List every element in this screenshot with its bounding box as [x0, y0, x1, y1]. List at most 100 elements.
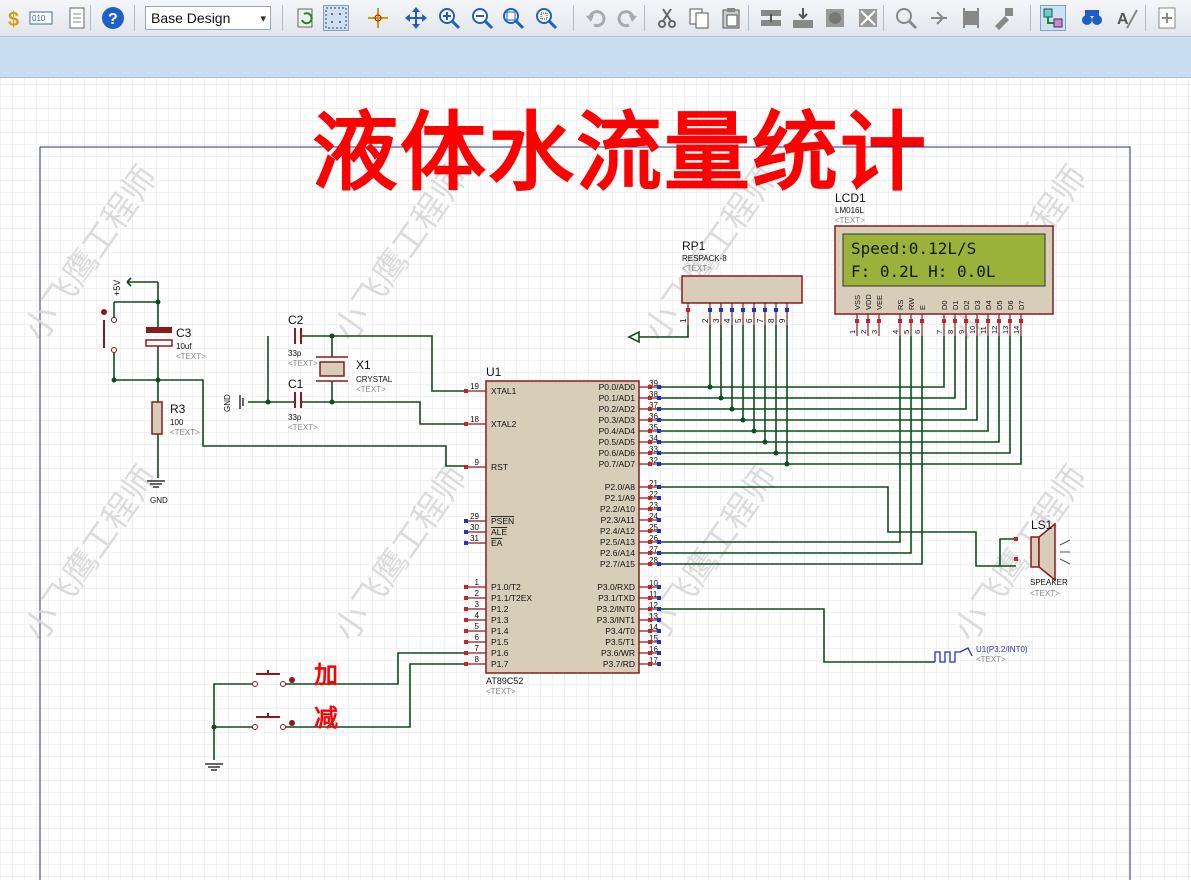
- new-sheet-icon[interactable]: [1154, 5, 1180, 31]
- design-select[interactable]: Base Design ▾: [145, 6, 271, 30]
- rp1-text: <TEXT>: [682, 264, 712, 273]
- help-icon[interactable]: ?: [100, 5, 126, 31]
- mcu-pin-name: P0.0/AD0: [599, 382, 636, 392]
- pin-marker: [464, 607, 468, 611]
- cut-icon[interactable]: [654, 5, 680, 31]
- pin-marker: [464, 465, 468, 469]
- copy-icon[interactable]: [686, 5, 712, 31]
- mcu-pin-number: 3: [475, 600, 480, 609]
- block-copy-icon[interactable]: [758, 5, 784, 31]
- junction-dot: [718, 395, 724, 401]
- speaker-body[interactable]: [1030, 536, 1040, 568]
- zoom-all-icon[interactable]: [500, 5, 526, 31]
- pin-marker: [657, 418, 661, 422]
- lcd-pin-name: VEE: [875, 295, 884, 310]
- block-rotate-icon[interactable]: [822, 5, 848, 31]
- zoom-out-icon[interactable]: [469, 5, 495, 31]
- junction-dot: [751, 428, 757, 434]
- junction-dot: [762, 439, 768, 445]
- lcd-pin-number: 8: [946, 330, 955, 334]
- pick-device-icon[interactable]: [893, 5, 919, 31]
- gnd-label: GND: [223, 394, 232, 412]
- mcu-pin-name: P0.2/AD2: [599, 404, 636, 414]
- rp1-body[interactable]: [681, 275, 803, 304]
- zoom-area-icon[interactable]: [533, 5, 559, 31]
- pan-icon[interactable]: [403, 5, 429, 31]
- schematic-canvas[interactable]: 小飞鹰工程师 小飞鹰工程师 小飞鹰工程师小飞鹰工程师 小飞鹰工程师 小飞鹰工程师 小飞鹰工…: [0, 78, 1191, 880]
- mcu-pin-name: P3.1/TXD: [598, 593, 635, 603]
- pin-marker: [657, 562, 661, 566]
- pin-marker: [464, 651, 468, 655]
- rp1-pin-number: 3: [712, 318, 721, 323]
- redo-icon[interactable]: [614, 5, 640, 31]
- lcd-pin-name: D2: [962, 300, 971, 310]
- mcu-pin-name: P3.0/RXD: [597, 582, 635, 592]
- pin-marker: [464, 662, 468, 666]
- packaging-icon[interactable]: [958, 5, 984, 31]
- pin-marker: [648, 640, 652, 644]
- paste-icon[interactable]: [718, 5, 744, 31]
- bill-of-materials-icon[interactable]: $: [2, 5, 28, 31]
- lcd-pin-number: 9: [957, 330, 966, 334]
- pin-marker: [648, 440, 652, 444]
- lcd-pin-number: 1: [848, 330, 857, 334]
- wire-autorouter-icon[interactable]: [1040, 5, 1066, 31]
- pin-marker: [464, 519, 468, 523]
- lcd-pin-number: 6: [913, 330, 922, 334]
- search-tag-icon[interactable]: [1079, 5, 1105, 31]
- reset-button-knob: [101, 309, 107, 315]
- decompose-icon[interactable]: [990, 5, 1016, 31]
- zoom-in-icon[interactable]: [436, 5, 462, 31]
- mcu-pin-name: P1.2: [491, 604, 509, 614]
- property-assignment-icon[interactable]: A: [1114, 5, 1140, 31]
- junction-dot: [729, 406, 735, 412]
- pin-marker: [1019, 319, 1023, 323]
- crystal-body[interactable]: [319, 361, 345, 377]
- lcd-pin-number: 2: [859, 330, 868, 334]
- lcd-pin-number: 14: [1012, 326, 1021, 334]
- pin-marker: [920, 319, 924, 323]
- junction-dot: [784, 461, 790, 467]
- svg-text:A: A: [1117, 11, 1129, 28]
- mcu-pin-number: 9: [475, 458, 480, 467]
- refresh-icon[interactable]: [293, 5, 319, 31]
- gnd-label: GND: [150, 496, 168, 505]
- make-device-icon[interactable]: [926, 5, 952, 31]
- r3-body[interactable]: [151, 401, 163, 435]
- pin-marker: [648, 585, 652, 589]
- pin-marker: [942, 319, 946, 323]
- lcd-pin-number: 10: [968, 326, 977, 334]
- netlist-icon[interactable]: 010: [28, 5, 54, 31]
- mcu-pin-name: P1.0/T2: [491, 582, 521, 592]
- undo-icon[interactable]: [583, 5, 609, 31]
- pin-marker: [657, 440, 661, 444]
- pin-marker: [657, 396, 661, 400]
- mcu-pin-name: P1.4: [491, 626, 509, 636]
- pin-marker: [708, 308, 712, 312]
- origin-icon[interactable]: [365, 5, 391, 31]
- mcu-pin-name: P3.3/INT1: [597, 615, 636, 625]
- pin-marker: [657, 407, 661, 411]
- mcu-u1[interactable]: U1AT89C52<TEXT>19 XTAL118 XTAL29 RST29 PSEN3…: [464, 365, 661, 696]
- pin-marker: [964, 319, 968, 323]
- block-move-icon[interactable]: [790, 5, 816, 31]
- button-knob: [289, 720, 295, 726]
- rp1-pin-number: 9: [778, 318, 787, 323]
- c3-value: 10uf: [176, 342, 192, 351]
- pin-marker: [1008, 319, 1012, 323]
- svg-text:$: $: [8, 9, 19, 30]
- pin-marker: [1014, 537, 1018, 541]
- lcd-line-1: Speed:0.12L/S: [851, 239, 976, 258]
- lcd-part: LM016L: [835, 206, 864, 215]
- grid-icon[interactable]: [323, 5, 349, 31]
- mcu-part: AT89C52: [486, 676, 523, 686]
- pin-marker: [657, 596, 661, 600]
- block-delete-icon[interactable]: [855, 5, 881, 31]
- lcd-pin-name: RW: [907, 297, 916, 310]
- mcu-pin-number: 7: [475, 644, 480, 653]
- svg-text:010: 010: [32, 14, 46, 23]
- report-icon[interactable]: [64, 5, 90, 31]
- c2-text: <TEXT>: [288, 359, 318, 368]
- pin-marker: [997, 319, 1001, 323]
- ls1-ref: LS1: [1031, 518, 1053, 532]
